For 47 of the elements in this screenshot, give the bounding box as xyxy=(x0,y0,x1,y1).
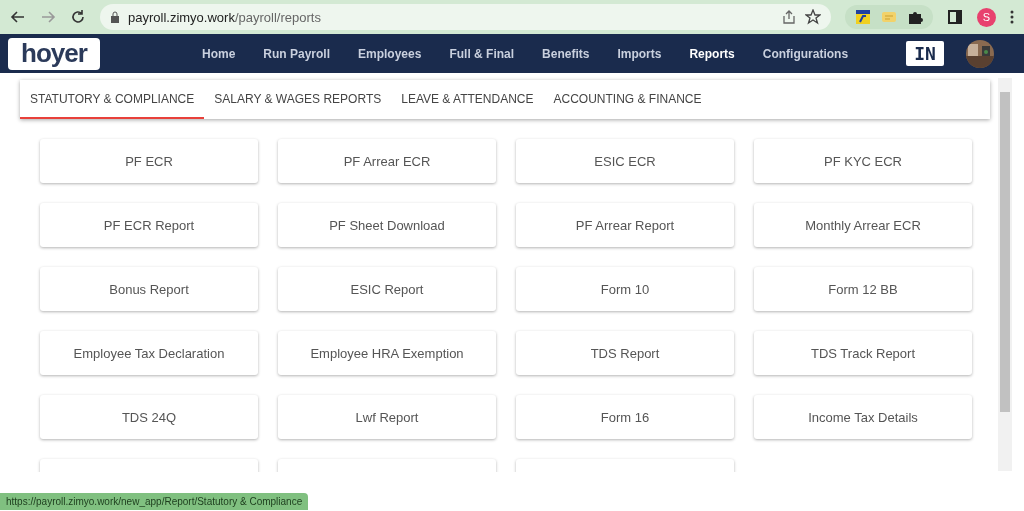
status-url: https://payroll.zimyo.work/new_app/Report/Statutory & Compliance xyxy=(0,493,309,510)
puzzle-icon[interactable] xyxy=(907,9,923,25)
sidebar-icon[interactable] xyxy=(947,9,963,25)
tab[interactable]: ACCOUNTING & FINANCE xyxy=(543,80,712,119)
nav-link[interactable]: Benefits xyxy=(528,46,604,61)
reload-icon[interactable] xyxy=(70,9,86,25)
report-card[interactable]: Form 16 xyxy=(516,395,734,439)
tab[interactable]: LEAVE & ATTENDANCE xyxy=(391,80,544,119)
report-card[interactable]: ESIC Report xyxy=(278,267,496,311)
share-icon[interactable] xyxy=(781,9,797,25)
report-card[interactable]: PF KYC ECR xyxy=(754,139,972,183)
nav-link[interactable]: Home xyxy=(188,46,250,61)
report-card[interactable]: Income Tax Details xyxy=(754,395,972,439)
profile-avatar[interactable]: S xyxy=(977,7,996,27)
report-card[interactable]: Lwf Report xyxy=(278,395,496,439)
scrollbar[interactable] xyxy=(998,78,1012,471)
report-card[interactable]: PF ECR xyxy=(40,139,258,183)
nav-link[interactable]: Run Payroll xyxy=(249,46,345,61)
country-badge[interactable]: IN xyxy=(906,41,944,66)
nav-link[interactable]: Employees xyxy=(344,46,436,61)
report-card[interactable]: TDS Report xyxy=(516,331,734,375)
tab[interactable]: SALARY & WAGES REPORTS xyxy=(204,80,392,119)
report-card[interactable]: TDS 24Q xyxy=(40,395,258,439)
report-card[interactable]: PF Arrear Report xyxy=(516,203,734,247)
nav-link[interactable]: Full & Final xyxy=(435,46,529,61)
report-card[interactable]: PF Sheet Download xyxy=(278,203,496,247)
nav-link[interactable]: Reports xyxy=(675,46,749,61)
report-card[interactable]: Form 10 xyxy=(516,267,734,311)
report-card[interactable]: Employee HRA Exemption xyxy=(278,331,496,375)
extension-icon[interactable] xyxy=(855,9,871,25)
address-bar[interactable]: payroll.zimyo.work/payroll/reports xyxy=(100,4,831,30)
report-card[interactable]: Form 12 BB xyxy=(754,267,972,311)
lock-icon xyxy=(110,11,120,23)
report-card[interactable]: Monthly Arrear ECR xyxy=(754,203,972,247)
nav-link[interactable]: Configurations xyxy=(748,46,863,61)
logo[interactable]: hoyer xyxy=(8,37,100,70)
star-icon[interactable] xyxy=(805,9,821,25)
report-card[interactable]: Employee Tax Declaration xyxy=(40,331,258,375)
back-icon[interactable] xyxy=(10,9,26,25)
report-card[interactable]: PF Arrear ECR xyxy=(278,139,496,183)
report-card[interactable]: TDS Track Report xyxy=(754,331,972,375)
nav-link[interactable]: Imports xyxy=(603,46,676,61)
report-card[interactable]: Bonus Report xyxy=(40,267,258,311)
report-card[interactable]: ESIC ECR xyxy=(516,139,734,183)
menu-icon[interactable] xyxy=(1010,10,1014,24)
report-card[interactable]: PF ECR Report xyxy=(40,203,258,247)
tab[interactable]: STATUTORY & COMPLIANCE xyxy=(20,80,205,119)
